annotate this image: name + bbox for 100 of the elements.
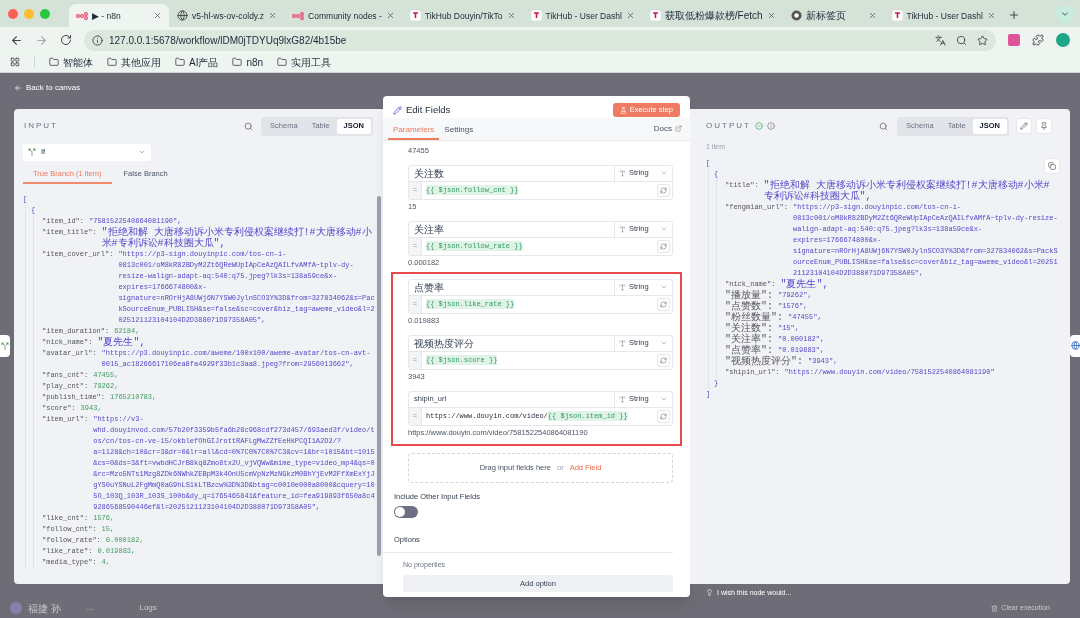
browser-tab[interactable]: 获取低粉爆款榜/Fetch [642, 4, 783, 28]
json-key: "关注数": [725, 323, 773, 334]
if-node-icon [28, 148, 36, 156]
close-icon[interactable] [986, 11, 996, 21]
forward-icon[interactable] [35, 33, 48, 47]
extensions-icon[interactable] [1032, 34, 1044, 47]
text-type-icon [619, 339, 626, 347]
new-tab-icon[interactable] [1007, 9, 1020, 22]
info-icon[interactable] [766, 122, 775, 130]
extension-icon[interactable] [1008, 34, 1020, 47]
browser-tab[interactable]: 新标签页 [783, 4, 884, 28]
chevron-down-icon [660, 339, 668, 347]
panel-title: INPUT [24, 120, 58, 132]
browser-tab[interactable]: v5-hl-ws-ov-coldy.z [170, 4, 285, 28]
json-key: "点赞率": [725, 345, 773, 356]
bookmark-folder[interactable]: n8n [232, 54, 264, 70]
flask-icon [619, 106, 627, 114]
close-icon[interactable] [766, 11, 776, 21]
zoom-icon[interactable] [956, 34, 967, 46]
tab-title: ▶ - n8n [92, 9, 122, 23]
refresh-icon[interactable] [660, 186, 667, 194]
browser-tab[interactable]: Community nodes - [285, 4, 402, 28]
bookmark-folder[interactable]: 其他应用 [107, 54, 161, 70]
search-icon[interactable] [879, 121, 889, 131]
json-key: "播放量": [725, 290, 773, 301]
browser-tab[interactable]: TikHub - User Dashl [523, 4, 642, 28]
text-type-icon [619, 395, 626, 403]
trash-icon [991, 604, 999, 612]
close-icon[interactable] [506, 11, 516, 21]
browser-logo-icon [790, 10, 802, 22]
folder-icon [49, 57, 59, 68]
scrollbar[interactable] [377, 195, 381, 556]
json-key: "关注率": [725, 334, 773, 345]
pin-icon[interactable] [1040, 122, 1048, 130]
tab-title: 获取低粉爆款榜/Fetch [664, 9, 763, 24]
lightbulb-icon [706, 589, 713, 597]
globe-node-icon[interactable] [1070, 334, 1080, 357]
search-icon[interactable] [244, 121, 254, 131]
chevron-down-icon [660, 169, 668, 177]
close-icon[interactable] [867, 11, 877, 21]
close-icon[interactable] [153, 11, 162, 21]
field-name-input[interactable]: 视频热度评分 [409, 335, 614, 351]
chevron-down-icon [660, 395, 668, 403]
apps-grid-icon[interactable] [10, 57, 20, 68]
close-icon[interactable] [268, 11, 278, 21]
back-to-canvas-link[interactable]: Back to canvas [14, 81, 81, 94]
folder-icon [107, 57, 117, 68]
tab-title: TikHub - User Dashl [545, 9, 622, 23]
folder-icon [277, 57, 288, 68]
refresh-icon[interactable] [660, 412, 667, 420]
json-value: "夏先生", [780, 279, 829, 290]
folder-icon [232, 57, 243, 68]
refresh-icon[interactable] [660, 356, 667, 364]
panel-title: OUTPUT [706, 120, 751, 132]
browser-tab[interactable]: ▶ - n8n [69, 4, 169, 28]
if-node-icon[interactable] [0, 334, 10, 357]
docs-link[interactable]: Docs [653, 122, 682, 135]
json-value: "夏先生", [97, 336, 146, 348]
edit-icon[interactable] [1020, 122, 1028, 130]
bookmark-star-icon[interactable] [977, 34, 988, 46]
translate-icon[interactable] [935, 34, 946, 46]
json-value: "拒绝和解 大唐移动诉小米专利侵权案继续打!#大唐移动#小米#专利诉讼#科技圈大瓜", [763, 180, 1051, 202]
browser-tab[interactable]: TikHub Douyin/TikTo [402, 4, 523, 28]
tab-title: v5-hl-ws-ov-coldy.z [192, 9, 265, 23]
globe-icon [177, 10, 188, 22]
close-icon[interactable] [385, 11, 395, 21]
bookmark-folder[interactable]: 实用工具 [277, 54, 332, 70]
json-key: "点赞数": [725, 301, 773, 312]
profile-avatar[interactable] [1056, 33, 1070, 48]
tab-title: Community nodes - [308, 9, 382, 23]
close-icon[interactable] [625, 11, 635, 21]
chevron-down-icon [660, 225, 668, 233]
chevron-down-icon [660, 283, 668, 291]
reload-icon[interactable] [60, 34, 72, 47]
refresh-icon[interactable] [660, 300, 667, 308]
dialog-title: Edit Fields [406, 102, 451, 117]
text-type-icon [619, 169, 626, 177]
address-bar[interactable]: 127.0.0.1:5678/workflow/lDM0jTDYUq9lxG82/4b15be [84, 29, 996, 51]
refresh-icon[interactable] [660, 242, 667, 250]
user-name: 福捷 孙 [28, 601, 61, 616]
back-icon[interactable] [10, 33, 23, 47]
tab-title: TikHub Douyin/TikTo [424, 9, 503, 23]
text-type-icon [619, 225, 626, 233]
bookmark-folder[interactable]: 智能体 [49, 54, 93, 70]
field-name-input[interactable]: 关注率 [409, 221, 614, 237]
info-icon [92, 34, 103, 46]
text-type-icon [619, 283, 626, 291]
tab-title: 新标签页 [805, 9, 847, 24]
browser-tab[interactable]: TikHub - User Dashl [884, 4, 1003, 28]
field-name-input[interactable]: 点赞率 [409, 279, 614, 295]
bookmark-folder[interactable]: AI产品 [175, 54, 219, 70]
back-arrow-icon [14, 83, 22, 92]
pencil-icon [393, 105, 402, 115]
field-name-input[interactable]: 关注数 [409, 165, 614, 181]
json-key: "粉丝数量": [725, 312, 783, 323]
json-key: "视频热度评分": [725, 356, 803, 367]
chevron-down-icon [138, 148, 146, 156]
copy-icon[interactable] [1048, 162, 1056, 170]
settings-tab[interactable]: Settings [439, 121, 479, 140]
toggle-switch[interactable] [394, 505, 418, 518]
